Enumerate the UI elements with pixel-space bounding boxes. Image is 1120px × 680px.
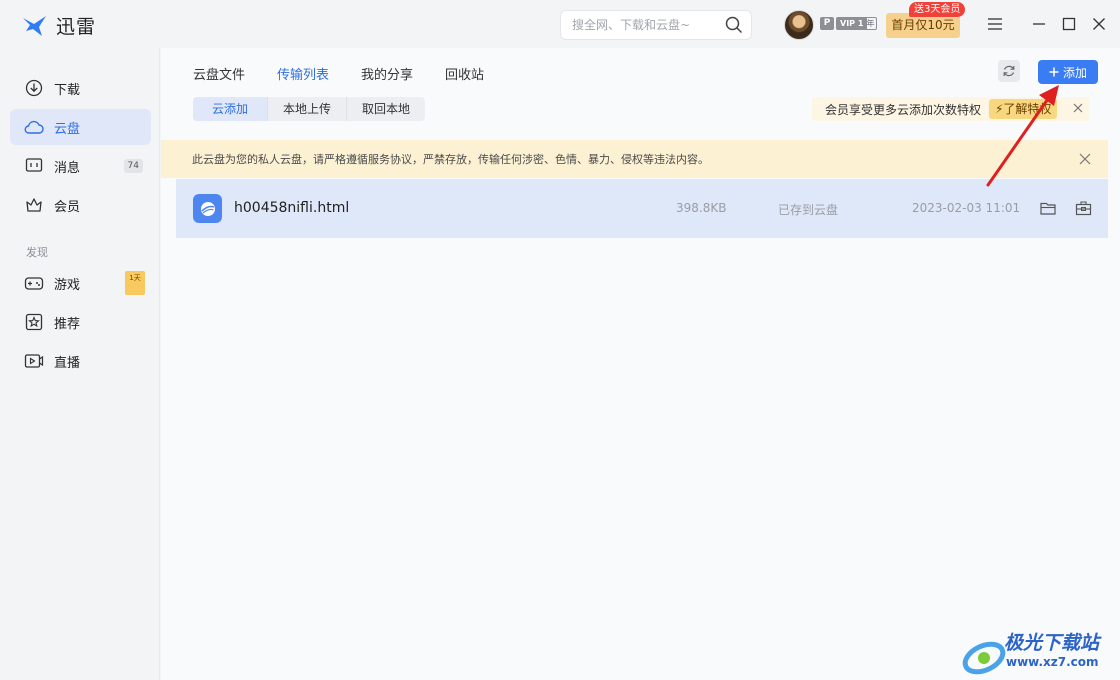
close-window-button[interactable] <box>1089 14 1109 34</box>
game-promo-tag: 1天 <box>125 271 145 295</box>
plus-icon <box>1049 67 1059 77</box>
refresh-icon <box>1003 65 1015 77</box>
sidebar-item-games[interactable]: 游戏 1天 <box>10 265 151 301</box>
message-icon <box>24 156 44 176</box>
file-time: 2023-02-03 11:01 <box>912 201 1021 215</box>
title-bar: 迅雷 P VIP 1 年 首月仅10元 送3天会员 <box>0 0 1120 48</box>
sidebar-item-label: 推荐 <box>54 316 81 332</box>
cloud-tabs: 云盘文件 传输列表 我的分享 回收站 <box>193 64 484 83</box>
menu-button[interactable] <box>985 14 1005 34</box>
section-label-discover: 发现 <box>26 246 48 259</box>
close-icon[interactable] <box>1071 101 1085 115</box>
subtab-cloud-add[interactable]: 云添加 <box>193 97 269 121</box>
year-badge: 年 <box>864 17 877 30</box>
sidebar-item-label: 直播 <box>54 355 81 371</box>
watermark-text: 极光下载站 <box>1004 632 1100 654</box>
avatar[interactable] <box>784 10 814 40</box>
tab-my-shares[interactable]: 我的分享 <box>361 64 413 83</box>
close-icon <box>1093 18 1105 30</box>
menu-icon <box>988 18 1002 30</box>
close-icon[interactable] <box>1078 152 1092 166</box>
warning-banner: 此云盘为您的私人云盘，请严格遵循服务协议，严禁存放，传输任何涉密、色情、暴力、侵… <box>161 140 1108 178</box>
transfer-subtabs: 云添加 本地上传 取回本地 <box>193 97 426 121</box>
maximize-icon <box>1062 17 1076 31</box>
subtab-local-upload[interactable]: 本地上传 <box>268 97 348 121</box>
refresh-button[interactable] <box>998 60 1020 82</box>
vip-hint-text: 会员享受更多云添加次数特权 <box>825 102 982 117</box>
crown-icon <box>24 195 44 215</box>
thunder-bird-icon <box>23 15 46 36</box>
sidebar-item-download[interactable]: 下载 <box>10 70 151 106</box>
star-icon <box>24 312 44 332</box>
gamepad-icon <box>24 273 44 293</box>
sidebar-item-label: 消息 <box>54 160 81 176</box>
file-status: 已存到云盘 <box>778 203 839 217</box>
sidebar-item-recommend[interactable]: 推荐 <box>10 304 151 340</box>
live-icon <box>24 351 44 371</box>
html-file-icon <box>193 194 222 223</box>
minimize-icon <box>1033 23 1045 25</box>
main-panel: 云盘文件 传输列表 我的分享 回收站 添加 云添加 本地上传 取回本地 会员享受… <box>161 48 1120 680</box>
sidebar-item-label: 会员 <box>54 199 81 215</box>
p-level-badge: P <box>820 17 834 30</box>
table-row[interactable]: h00458nifli.html 398.8KB 已存到云盘 2023-02-0… <box>176 179 1108 238</box>
sidebar-item-vip[interactable]: 会员 <box>10 187 151 223</box>
file-name: h00458nifli.html <box>234 200 350 216</box>
sidebar-item-label: 云盘 <box>54 121 81 137</box>
warning-text: 此云盘为您的私人云盘，请严格遵循服务协议，严禁存放，传输任何涉密、色情、暴力、侵… <box>192 153 709 166</box>
annotation-arrow <box>986 85 1059 187</box>
search-box[interactable] <box>560 10 752 40</box>
sidebar-item-label: 下载 <box>54 82 81 98</box>
cloud-icon <box>24 117 44 137</box>
tab-transfer-list[interactable]: 传输列表 <box>277 64 329 83</box>
sidebar-item-cloud[interactable]: 云盘 <box>10 109 151 145</box>
file-size: 398.8KB <box>676 201 727 215</box>
subtab-retrieve-local[interactable]: 取回本地 <box>347 97 425 121</box>
app-title: 迅雷 <box>56 16 97 38</box>
download-icon <box>24 78 44 98</box>
open-folder-button[interactable] <box>1038 198 1058 218</box>
retrieve-icon <box>1075 201 1091 216</box>
search-input[interactable] <box>572 18 722 32</box>
promo-tag: 送3天会员 <box>909 2 966 17</box>
minimize-button[interactable] <box>1029 14 1049 34</box>
sidebar: 下载 云盘 消息 74 会员 发现 游戏 1天 推荐 直播 <box>0 48 160 680</box>
search-icon[interactable] <box>725 16 743 34</box>
vip-badge: VIP 1 <box>836 17 868 30</box>
message-count-badge: 74 <box>123 159 143 173</box>
maximize-button[interactable] <box>1059 14 1079 34</box>
tab-recycle-bin[interactable]: 回收站 <box>445 64 484 83</box>
app-logo: 迅雷 <box>22 12 96 39</box>
tab-cloud-files[interactable]: 云盘文件 <box>193 64 245 83</box>
folder-icon <box>1039 202 1056 215</box>
sidebar-item-label: 游戏 <box>54 277 81 293</box>
add-button-label: 添加 <box>1062 65 1087 80</box>
watermark-url: www.xz7.com <box>1006 655 1099 669</box>
retrieve-button[interactable] <box>1073 198 1093 218</box>
sidebar-item-messages[interactable]: 消息 74 <box>10 148 151 184</box>
sidebar-item-live[interactable]: 直播 <box>10 343 151 379</box>
